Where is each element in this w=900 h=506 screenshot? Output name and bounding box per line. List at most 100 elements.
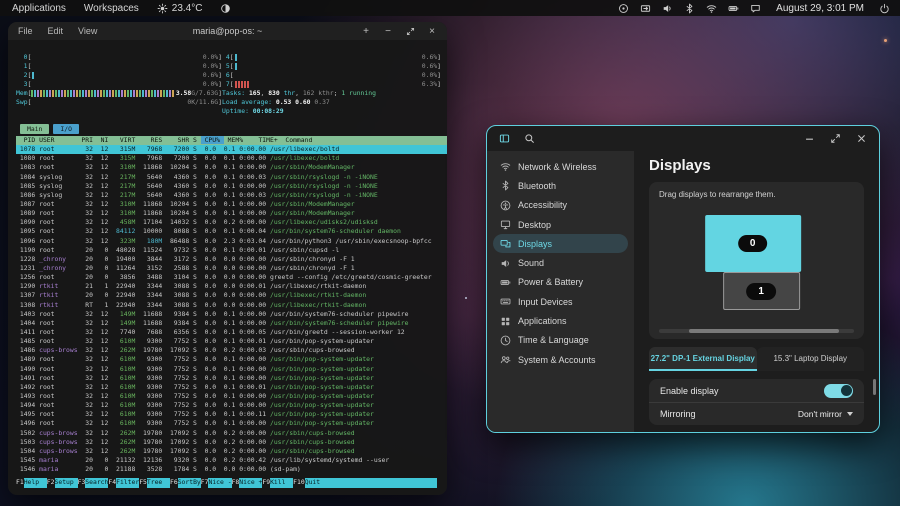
column-header-time[interactable]: TIME+ [247, 136, 282, 144]
process-row[interactable]: 1546 maria 20 0 21188 3528 1784 S 0.0 0.… [16, 465, 447, 474]
fnkey-f6[interactable]: F6 [170, 478, 178, 488]
process-row[interactable]: 1496 root 32 12 610M 9300 7752 S 0.0 0.1… [16, 419, 447, 428]
fnlabel-sortby[interactable]: SortBy [178, 478, 201, 488]
process-row[interactable]: 1090 root 32 12 458M 17104 14032 S 0.0 0… [16, 218, 447, 227]
process-row[interactable]: 1290 rtkit 21 1 22940 3344 3088 S 0.0 0.… [16, 282, 447, 291]
fnlabel-kill[interactable]: Kill [270, 478, 293, 488]
process-row[interactable]: 1307 rtkit 20 0 22940 3344 3088 S 0.0 0.… [16, 291, 447, 300]
menu-file[interactable]: File [18, 26, 33, 36]
battery-icon[interactable] [728, 3, 739, 14]
close-icon[interactable] [856, 133, 867, 144]
display-rect-1[interactable]: 1 [723, 272, 800, 310]
fnkey-f5[interactable]: F5 [139, 478, 147, 488]
input-source-icon[interactable] [618, 3, 629, 14]
column-header-shr[interactable]: SHR [166, 136, 193, 144]
process-row[interactable]: 1503 cups-brows 32 12 262M 19780 17092 S… [16, 438, 447, 447]
column-header-ni[interactable]: NI [97, 136, 112, 144]
fnlabel-quit[interactable]: Quit [305, 478, 437, 488]
settings-titlebar[interactable] [487, 126, 879, 151]
fnlabel-search[interactable]: Search [85, 478, 108, 488]
process-row[interactable]: 1228 _chrony 20 0 19400 3844 3172 S 0.0 … [16, 255, 447, 264]
maximize-icon[interactable] [830, 133, 841, 144]
column-header-command[interactable]: Command [282, 136, 313, 144]
clock-label[interactable]: August 29, 3:01 PM [772, 3, 868, 14]
terminal-titlebar[interactable]: maria@pop-os: ~ FileEditView + − × [8, 22, 447, 40]
minimize-icon[interactable] [804, 133, 815, 144]
sidebar-item-sound[interactable]: Sound [493, 253, 628, 272]
htop-tab-main[interactable]: Main [20, 124, 49, 134]
fnlabel-help[interactable]: Help [24, 478, 47, 488]
process-row[interactable]: 1078 root 32 12 315M 7968 7200 S 0.0 0.1… [16, 145, 447, 154]
column-header-cpu[interactable]: CPU% [201, 136, 224, 144]
fnlabel-nice[interactable]: Nice + [239, 478, 262, 488]
circle-indicator-icon[interactable] [220, 3, 231, 14]
sidebar-item-system-accounts[interactable]: System & Accounts [493, 350, 628, 369]
process-row[interactable]: 1490 root 32 12 610M 9300 7752 S 0.0 0.1… [16, 365, 447, 374]
sidebar-item-power-battery[interactable]: Power & Battery [493, 273, 628, 292]
process-row[interactable]: 1080 root 32 12 315M 7968 7200 S 0.0 0.1… [16, 154, 447, 163]
maximize-icon[interactable] [405, 26, 415, 36]
sidebar-item-applications[interactable]: Applications [493, 311, 628, 330]
process-row[interactable]: 1411 root 32 12 7740 7688 6356 S 0.0 0.1… [16, 328, 447, 337]
process-row[interactable]: 1404 root 32 12 149M 11688 9384 S 0.0 0.… [16, 319, 447, 328]
fnlabel-nice[interactable]: Nice - [208, 478, 231, 488]
process-row[interactable]: 1495 root 32 12 610M 9300 7752 S 0.0 0.1… [16, 410, 447, 419]
process-row[interactable]: 1085 syslog 32 12 217M 5640 4360 S 0.0 0… [16, 182, 447, 191]
workspaces-menu[interactable]: Workspaces [84, 3, 139, 14]
process-row[interactable]: 1231 _chrony 20 0 11264 3152 2588 S 0.0 … [16, 264, 447, 273]
fnkey-f1[interactable]: F1 [16, 478, 24, 488]
process-row[interactable]: 1086 syslog 32 12 217M 5640 4360 S 0.0 0… [16, 191, 447, 200]
vertical-scrollbar[interactable] [873, 379, 876, 395]
fnkey-f8[interactable]: F8 [232, 478, 240, 488]
column-header-mem[interactable]: MEM% [224, 136, 247, 144]
sidebar-item-network-wireless[interactable]: Network & Wireless [493, 157, 628, 176]
sidebar-item-bluetooth[interactable]: Bluetooth [493, 176, 628, 195]
process-row[interactable]: 1491 root 32 12 610M 9300 7752 S 0.0 0.1… [16, 374, 447, 383]
display-rect-0[interactable]: 0 [705, 215, 801, 272]
display-tab-27-2-dp-1-external-display[interactable]: 27.2" DP-1 External Display [649, 347, 757, 371]
fnkey-f9[interactable]: F9 [262, 478, 270, 488]
process-row[interactable]: 1084 syslog 32 12 217M 5640 4360 S 0.0 0… [16, 173, 447, 182]
fnlabel-setup[interactable]: Setup [55, 478, 78, 488]
new-tab-button[interactable]: + [361, 26, 371, 36]
fnlabel-filter[interactable]: Filter [116, 478, 139, 488]
process-table-header[interactable]: PID USER PRI NI VIRT RES SHR S CPU% MEM%… [16, 136, 447, 145]
display-arrangement-area[interactable]: 01 [659, 199, 854, 325]
process-row[interactable]: 1190 root 20 0 48028 11524 9732 S 0.0 0.… [16, 246, 447, 255]
process-row[interactable]: 1504 cups-brows 32 12 262M 19780 17092 S… [16, 447, 447, 456]
column-header-pri[interactable]: PRI [81, 136, 96, 144]
horizontal-scrollbar[interactable] [659, 329, 854, 333]
column-header-virt[interactable]: VIRT [112, 136, 139, 144]
process-row[interactable]: 1256 root 20 0 3856 3488 3104 S 0.0 0.0 … [16, 273, 447, 282]
process-row[interactable]: 1403 root 32 12 149M 11688 9384 S 0.0 0.… [16, 310, 447, 319]
process-row[interactable]: 1096 root 32 12 323M 180M 86488 S 0.0 2.… [16, 237, 447, 246]
wifi-icon[interactable] [706, 3, 717, 14]
fnkey-f7[interactable]: F7 [201, 478, 209, 488]
mirroring-dropdown[interactable]: Don't mirror [798, 409, 853, 419]
process-row[interactable]: 1485 root 32 12 610M 9300 7752 S 0.0 0.1… [16, 337, 447, 346]
menu-view[interactable]: View [78, 26, 97, 36]
sidebar-item-accessibility[interactable]: Accessibility [493, 196, 628, 215]
nav-toggle-icon[interactable] [499, 133, 510, 144]
fnkey-f3[interactable]: F3 [78, 478, 86, 488]
fnkey-f10[interactable]: F10 [293, 478, 305, 488]
process-row[interactable]: 1083 root 32 12 310M 11868 10204 S 0.0 0… [16, 163, 447, 172]
fnkey-f2[interactable]: F2 [47, 478, 55, 488]
process-row[interactable]: 1087 root 32 12 310M 11868 10204 S 0.0 0… [16, 200, 447, 209]
screen-share-icon[interactable] [640, 3, 651, 14]
column-header-s[interactable]: S [193, 136, 201, 144]
process-row[interactable]: 1545 maria 20 0 21132 12136 9320 S 0.0 0… [16, 456, 447, 465]
applications-menu[interactable]: Applications [12, 3, 66, 14]
notifications-icon[interactable] [750, 3, 761, 14]
volume-icon[interactable] [662, 3, 673, 14]
fnlabel-tree[interactable]: Tree [147, 478, 170, 488]
process-row[interactable]: 1089 root 32 12 310M 11868 10204 S 0.0 0… [16, 209, 447, 218]
column-header-pid[interactable]: PID [16, 136, 39, 144]
minimize-button[interactable]: − [383, 26, 393, 36]
power-icon[interactable] [879, 3, 890, 14]
fnkey-f4[interactable]: F4 [108, 478, 116, 488]
process-row[interactable]: 1502 cups-brows 32 12 262M 19780 17092 S… [16, 429, 447, 438]
column-header-user[interactable]: USER [39, 136, 81, 144]
process-row[interactable]: 1486 cups-brows 32 12 262M 19780 17092 S… [16, 346, 447, 355]
htop-tab-io[interactable]: I/O [53, 124, 79, 134]
